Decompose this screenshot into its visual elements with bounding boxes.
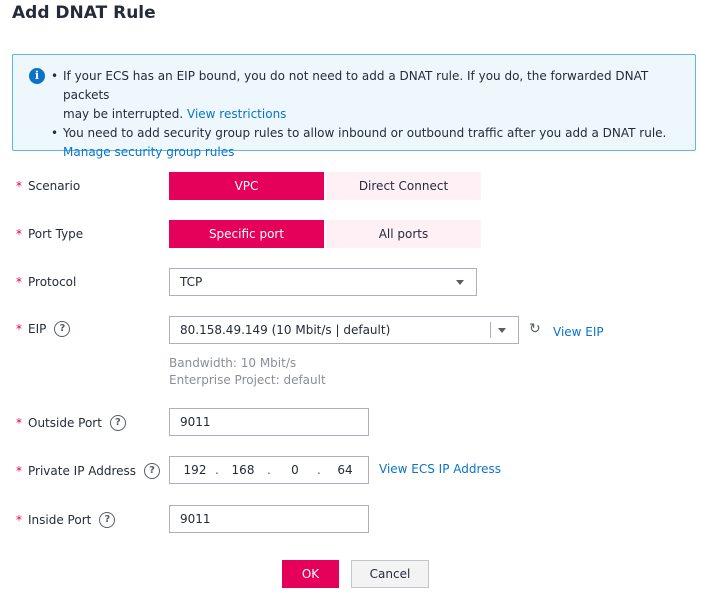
eip-select[interactable]: 80.158.49.149 (10 Mbit/s | default) (169, 316, 519, 344)
page-title: Add DNAT Rule (12, 3, 156, 23)
private-ip-input[interactable]: 192 . 168 . 0 . 64 (169, 456, 369, 484)
notice-text: • If your ECS has an EIP bound, you do n… (51, 67, 683, 162)
help-icon[interactable]: ? (144, 463, 161, 479)
view-ecs-ip-link[interactable]: View ECS IP Address (379, 462, 501, 476)
bullet-icon: • (51, 69, 59, 83)
ip-dot: . (317, 463, 321, 477)
required-asterisk: * (16, 275, 22, 289)
cancel-button[interactable]: Cancel (351, 560, 429, 588)
scenario-vpc-option[interactable]: VPC (169, 172, 324, 200)
required-asterisk: * (16, 464, 22, 478)
eip-label: * EIP ? (16, 321, 71, 337)
select-divider (490, 322, 491, 338)
required-asterisk: * (16, 513, 22, 527)
protocol-select[interactable]: TCP (169, 268, 477, 296)
required-asterisk: * (16, 322, 22, 336)
private-ip-label: * Private IP Address ? (16, 463, 161, 479)
inside-port-label: * Inside Port ? (16, 512, 116, 528)
ip-octet-3[interactable]: 0 (280, 457, 310, 483)
view-restrictions-link[interactable]: View restrictions (187, 107, 286, 121)
required-asterisk: * (16, 416, 22, 430)
scenario-direct-connect-option[interactable]: Direct Connect (326, 172, 481, 200)
ip-octet-4[interactable]: 64 (330, 457, 360, 483)
help-icon[interactable]: ? (109, 415, 126, 431)
inside-port-input[interactable]: 9011 (169, 505, 369, 533)
ip-dot: . (267, 463, 271, 477)
chevron-down-icon (456, 280, 464, 285)
chevron-down-icon (498, 328, 506, 333)
bullet-icon: • (51, 126, 59, 140)
info-icon: i (29, 68, 45, 84)
required-asterisk: * (16, 227, 22, 241)
outside-port-label: * Outside Port ? (16, 415, 126, 431)
port-type-label: * Port Type (16, 227, 84, 241)
port-type-specific-option[interactable]: Specific port (169, 220, 324, 248)
manage-security-group-rules-link[interactable]: Manage security group rules (63, 145, 234, 159)
view-eip-link[interactable]: View EIP (553, 325, 604, 339)
refresh-icon[interactable]: ↻ (529, 321, 541, 337)
eip-enterprise-project: Enterprise Project: default (169, 373, 326, 387)
ip-octet-2[interactable]: 168 (228, 457, 258, 483)
help-icon[interactable]: ? (99, 512, 116, 528)
notice-line1b: may be interrupted. (63, 107, 188, 121)
protocol-label: * Protocol (16, 275, 77, 289)
notice-line1: If your ECS has an EIP bound, you do not… (63, 69, 649, 102)
notice-line2: You need to add security group rules to … (63, 126, 667, 140)
help-icon[interactable]: ? (54, 321, 71, 337)
info-notice: i • If your ECS has an EIP bound, you do… (12, 54, 696, 159)
ip-octet-1[interactable]: 192 (180, 457, 210, 483)
ip-dot: . (215, 463, 219, 477)
scenario-label: * Scenario (16, 179, 81, 193)
outside-port-input[interactable]: 9011 (169, 408, 369, 436)
eip-bandwidth: Bandwidth: 10 Mbit/s (169, 356, 297, 370)
required-asterisk: * (16, 179, 22, 193)
port-type-all-option[interactable]: All ports (326, 220, 481, 248)
ok-button[interactable]: OK (282, 560, 339, 588)
